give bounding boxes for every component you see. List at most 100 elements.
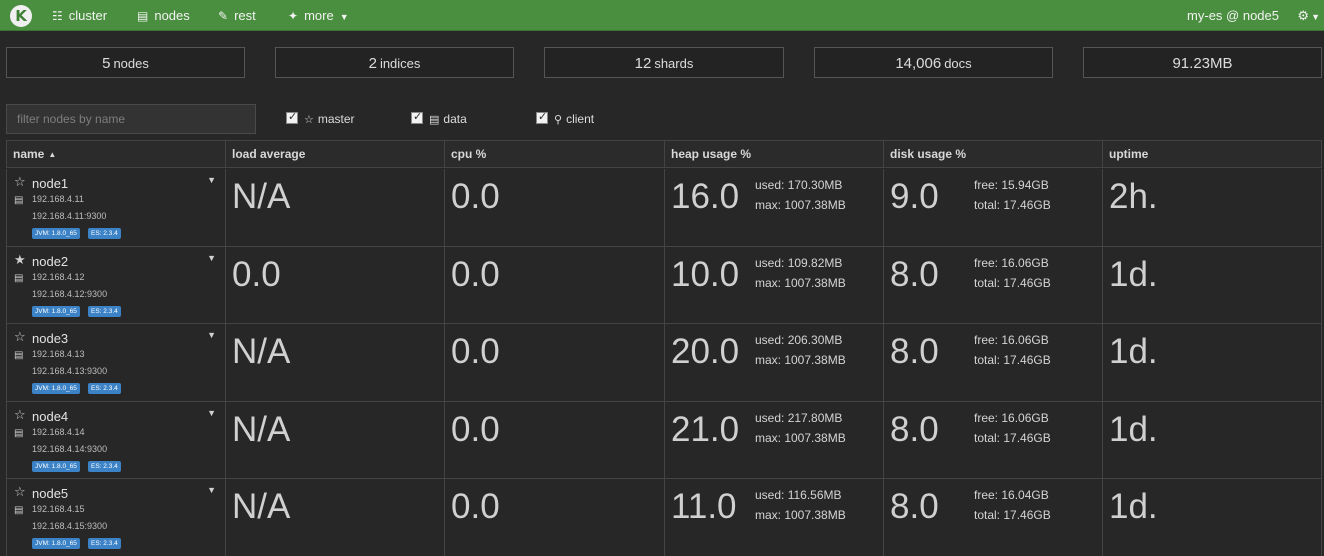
uptime-value: 1d. — [1109, 254, 1158, 294]
hdd-icon: ▤ — [14, 427, 24, 439]
node-name: node5 — [32, 486, 69, 501]
nav-cluster-label: cluster — [68, 8, 108, 23]
disk-free: free: 16.06GB — [974, 333, 1049, 347]
node-actions-dropdown[interactable]: ▼ — [207, 408, 216, 418]
stat-size: 91.23MB — [1083, 47, 1322, 78]
nav-rest[interactable]: ✎ rest — [218, 0, 256, 31]
node-actions-dropdown[interactable]: ▼ — [207, 175, 216, 185]
node-ip: 192.168.4.13 — [32, 349, 85, 359]
node-cell: ☆ ▤ node3 ▼ 192.168.4.13 192.168.4.13:93… — [6, 324, 225, 401]
heap-max: max: 1007.38MB — [755, 275, 846, 290]
master-checkbox[interactable]: ☆master — [286, 110, 355, 126]
heap-used: used: 206.30MB — [755, 333, 843, 347]
stat-label: shards — [654, 56, 694, 71]
disk-total: total: 17.46GB — [974, 198, 1051, 212]
chevron-down-icon: ▼ — [207, 407, 216, 418]
node-name: node2 — [32, 253, 69, 269]
stat-indices: 2 indices — [275, 47, 514, 78]
node-ip: 192.168.4.12 — [32, 271, 85, 282]
disk-cell: 8.0 free: 16.04GB total: 17.46GB — [883, 479, 1102, 556]
heap-percent: 10.0 — [671, 254, 740, 294]
checkbox-checked[interactable] — [286, 110, 298, 124]
load-average-value: N/A — [232, 332, 291, 371]
filter-nodes-input[interactable] — [6, 104, 256, 134]
node-actions-dropdown[interactable]: ▼ — [207, 330, 216, 340]
heap-max: max: 1007.38MB — [755, 430, 846, 445]
heap-used: used: 109.82MB — [755, 255, 843, 270]
cpu-cell: 0.0 — [444, 479, 664, 556]
node-transport-address: 192.168.4.12:9300 — [32, 288, 108, 299]
jvm-version-badge: JVM: 1.8.0_65 — [32, 383, 80, 394]
column-header-load[interactable]: load average — [225, 141, 444, 168]
server-icon: ▤ — [137, 9, 149, 23]
checkbox-checked[interactable] — [536, 110, 548, 124]
disk-free: free: 16.04GB — [974, 488, 1049, 502]
uptime-cell: 1d. — [1102, 324, 1322, 401]
uptime-value: 1d. — [1109, 409, 1158, 449]
nav-nodes[interactable]: ▤ nodes — [137, 0, 190, 31]
settings-dropdown[interactable]: ⚙ ▼ — [1297, 0, 1320, 33]
disk-cell: 8.0 free: 16.06GB total: 17.46GB — [883, 324, 1102, 401]
node-cell: ★ ▤ node2 ▼ 192.168.4.12 192.168.4.12:93… — [6, 246, 225, 324]
node-actions-dropdown[interactable]: ▼ — [207, 253, 216, 263]
node-cell: ☆ ▤ node1 ▼ 192.168.4.11 192.168.4.11:93… — [6, 169, 225, 246]
jvm-version-badge: JVM: 1.8.0_65 — [32, 538, 80, 549]
disk-free: free: 15.94GB — [974, 178, 1049, 192]
heap-max: max: 1007.38MB — [755, 198, 846, 212]
node-ip: 192.168.4.15 — [32, 504, 85, 514]
cpu-value: 0.0 — [451, 487, 500, 526]
stat-nodes: 5 nodes — [6, 47, 245, 78]
nodes-table: name ▲ load average cpu % heap usage % di… — [6, 140, 1322, 556]
load-average-value: N/A — [232, 409, 291, 449]
hdd-icon: ▤ — [14, 195, 24, 206]
disk-total: total: 17.46GB — [974, 275, 1051, 290]
hdd-icon: ▤ — [14, 505, 24, 516]
disk-total: total: 17.46GB — [974, 508, 1051, 522]
heap-percent: 11.0 — [671, 487, 737, 526]
nav-cluster[interactable]: ☷ cluster — [52, 0, 107, 31]
disk-percent: 8.0 — [890, 254, 939, 294]
node-actions-dropdown[interactable]: ▼ — [207, 485, 216, 495]
chevron-down-icon: ▼ — [339, 12, 349, 22]
edit-icon: ✎ — [218, 9, 229, 23]
node-transport-address: 192.168.4.14:9300 — [32, 443, 108, 454]
table-row: ☆ ▤ node5 ▼ 192.168.4.15 192.168.4.15:93… — [6, 479, 1322, 556]
client-checkbox[interactable]: ⚲client — [536, 110, 594, 126]
jvm-version-badge: JVM: 1.8.0_65 — [32, 460, 80, 472]
cpu-cell: 0.0 — [444, 324, 664, 401]
data-checkbox[interactable]: ▤data — [411, 110, 467, 126]
star-icon: ☆ — [304, 113, 314, 126]
node-transport-address: 192.168.4.15:9300 — [32, 521, 108, 531]
disk-cell: 8.0 free: 16.06GB total: 17.46GB — [883, 246, 1102, 324]
chevron-down-icon: ▼ — [207, 252, 216, 263]
table-row: ★ ▤ node2 ▼ 192.168.4.12 192.168.4.12:93… — [6, 246, 1322, 324]
column-header-cpu[interactable]: cpu % — [444, 141, 664, 168]
cpu-value: 0.0 — [451, 254, 500, 294]
chevron-down-icon: ▼ — [207, 330, 216, 340]
load-average-value: N/A — [232, 487, 291, 526]
column-header-name[interactable]: name ▲ — [6, 141, 225, 168]
nav-more-dropdown[interactable]: ✦ more ▼ — [288, 0, 349, 31]
column-header-uptime[interactable]: uptime — [1102, 141, 1322, 168]
disk-percent: 8.0 — [890, 332, 939, 371]
cpu-cell: 0.0 — [444, 246, 664, 324]
es-version-badge: ES: 2.3.4 — [88, 460, 121, 472]
node-transport-address: 192.168.4.11:9300 — [32, 211, 107, 221]
column-header-disk[interactable]: disk usage % — [883, 141, 1102, 168]
uptime-cell: 2h. — [1102, 169, 1322, 246]
chevron-down-icon: ▼ — [207, 485, 216, 495]
disk-percent: 8.0 — [890, 487, 939, 526]
app-logo[interactable]: K — [10, 5, 32, 27]
disk-cell: 9.0 free: 15.94GB total: 17.46GB — [883, 169, 1102, 246]
disk-cell: 8.0 free: 16.06GB total: 17.46GB — [883, 401, 1102, 479]
cpu-value: 0.0 — [451, 177, 500, 216]
column-header-heap[interactable]: heap usage % — [664, 141, 883, 168]
nav-nodes-label: nodes — [154, 8, 190, 23]
star-icon: ☆ — [14, 485, 26, 500]
load-average-cell: N/A — [225, 169, 444, 246]
disk-total: total: 17.46GB — [974, 430, 1051, 445]
uptime-value: 1d. — [1109, 332, 1158, 371]
node-cell: ☆ ▤ node4 ▼ 192.168.4.14 192.168.4.14:93… — [6, 401, 225, 479]
cpu-value: 0.0 — [451, 332, 500, 371]
checkbox-checked[interactable] — [411, 110, 423, 124]
